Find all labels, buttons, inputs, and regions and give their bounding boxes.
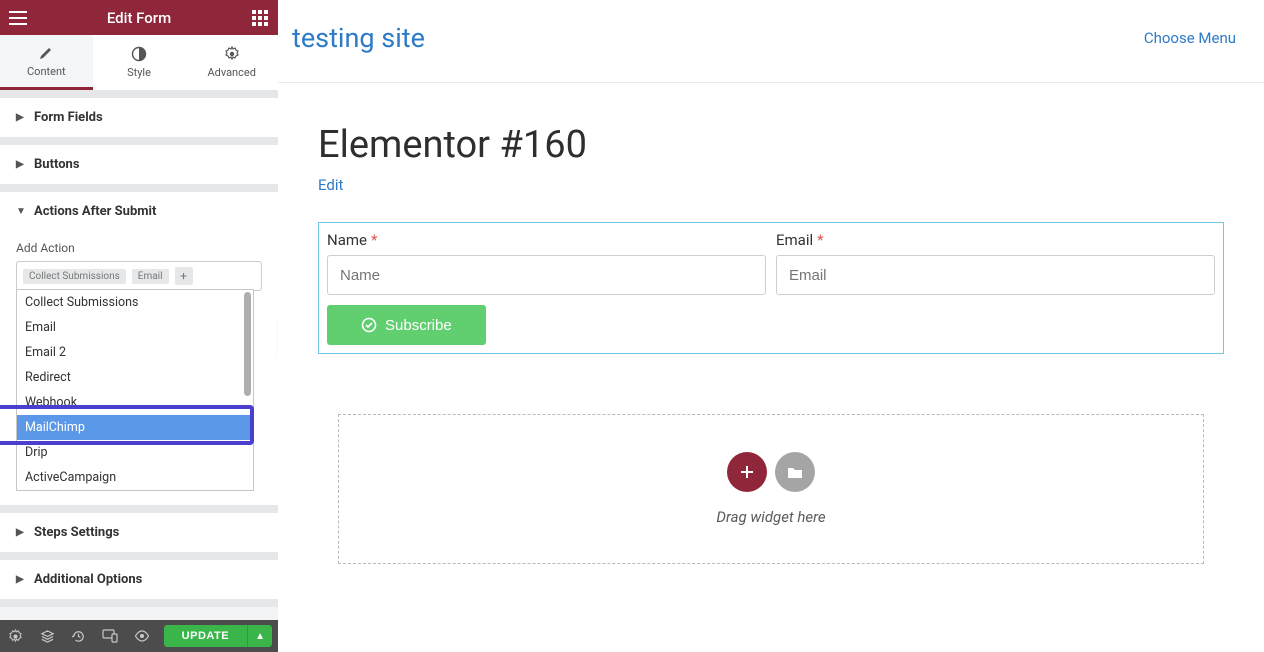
gear-icon	[224, 46, 240, 62]
chip-collect-submissions[interactable]: Collect Submissions	[23, 269, 126, 284]
site-title-link[interactable]: testing site	[292, 22, 425, 54]
pencil-icon	[38, 45, 54, 61]
chip-email[interactable]: Email	[132, 269, 169, 284]
choose-menu-link[interactable]: Choose Menu	[1144, 29, 1236, 47]
page-body: Elementor #160 Edit Name* Email* Subscri…	[278, 83, 1264, 564]
dd-webhook[interactable]: Webhook	[17, 390, 253, 415]
check-circle-icon	[361, 317, 377, 333]
contrast-icon	[131, 46, 147, 62]
bottom-bar: UPDATE ▲	[0, 620, 278, 652]
caret-right-icon: ▶	[16, 112, 26, 123]
dd-activecampaign[interactable]: ActiveCampaign	[17, 465, 253, 490]
add-section-button[interactable]	[727, 452, 767, 492]
subscribe-label: Subscribe	[385, 317, 452, 334]
caret-right-icon: ▶	[16, 527, 26, 538]
add-chip-button[interactable]: +	[175, 267, 193, 285]
page-title: Elementor #160	[318, 123, 1224, 167]
subscribe-button[interactable]: Subscribe	[327, 305, 486, 345]
site-topbar: testing site Choose Menu	[278, 0, 1264, 83]
section-additional-options[interactable]: ▶ Additional Options	[0, 560, 278, 599]
dd-mailchimp[interactable]: MailChimp	[17, 415, 253, 440]
menu-icon[interactable]	[8, 8, 28, 28]
settings-icon[interactable]	[6, 626, 26, 646]
section-steps-label: Steps Settings	[34, 525, 119, 540]
email-label: Email*	[776, 231, 1215, 249]
form-col-name: Name*	[327, 231, 766, 295]
add-action-input[interactable]: Collect Submissions Email +	[16, 261, 262, 291]
dropdown-scroll-thumb[interactable]	[244, 292, 251, 396]
preview-pane: testing site Choose Menu Elementor #160 …	[278, 0, 1264, 652]
dd-email[interactable]: Email	[17, 315, 253, 340]
dd-collect-submissions[interactable]: Collect Submissions	[17, 290, 253, 315]
section-form-fields-label: Form Fields	[34, 110, 103, 125]
caret-right-icon: ▶	[16, 574, 26, 585]
apps-grid-icon[interactable]	[250, 8, 270, 28]
update-options-button[interactable]: ▲	[247, 625, 272, 647]
tab-style[interactable]: Style	[93, 35, 186, 90]
action-dropdown: Collect Submissions Email Email 2 Redire…	[16, 289, 254, 491]
section-form-fields[interactable]: ▶ Form Fields	[0, 98, 278, 137]
tab-content-label: Content	[27, 65, 66, 78]
drop-widget-area[interactable]: Drag widget here	[338, 414, 1204, 564]
name-input[interactable]	[327, 255, 766, 295]
history-icon[interactable]	[69, 626, 89, 646]
dd-email-2[interactable]: Email 2	[17, 340, 253, 365]
form-widget[interactable]: Name* Email* Subscribe	[318, 222, 1224, 354]
dd-redirect[interactable]: Redirect	[17, 365, 253, 390]
section-actions-after-submit[interactable]: ▼ Actions After Submit	[0, 192, 278, 231]
panel-tabs: Content Style Advanced	[0, 35, 278, 90]
section-buttons[interactable]: ▶ Buttons	[0, 145, 278, 184]
tab-content[interactable]: Content	[0, 35, 93, 90]
editor-panel: Edit Form Content Style Adv	[0, 0, 278, 652]
update-button[interactable]: UPDATE	[164, 625, 247, 647]
tab-style-label: Style	[127, 66, 151, 79]
drop-text: Drag widget here	[716, 508, 825, 526]
section-buttons-label: Buttons	[34, 157, 80, 172]
section-additional-label: Additional Options	[34, 572, 142, 587]
drop-actions	[727, 452, 815, 492]
required-asterisk: *	[371, 231, 377, 249]
name-label: Name*	[327, 231, 766, 249]
section-actions-body: Add Action Collect Submissions Email + C…	[0, 231, 278, 505]
add-action-label: Add Action	[16, 241, 262, 255]
sections: ▶ Form Fields ▶ Buttons ▼ Actions After …	[0, 90, 278, 620]
tab-advanced-label: Advanced	[207, 66, 255, 79]
caret-right-icon: ▶	[16, 159, 26, 170]
email-input[interactable]	[776, 255, 1215, 295]
layers-icon[interactable]	[38, 626, 58, 646]
panel-title: Edit Form	[28, 9, 250, 27]
responsive-icon[interactable]	[101, 626, 121, 646]
template-library-button[interactable]	[775, 452, 815, 492]
section-steps-settings[interactable]: ▶ Steps Settings	[0, 513, 278, 552]
edit-link[interactable]: Edit	[318, 176, 343, 194]
preview-icon[interactable]	[132, 626, 152, 646]
required-asterisk: *	[817, 231, 823, 249]
panel-header: Edit Form	[0, 0, 278, 35]
tag-text-input[interactable]	[199, 269, 209, 283]
section-actions-label: Actions After Submit	[34, 204, 156, 219]
form-col-email: Email*	[776, 231, 1215, 295]
dd-drip[interactable]: Drip	[17, 440, 253, 465]
tab-advanced[interactable]: Advanced	[185, 35, 278, 90]
caret-down-icon: ▼	[16, 206, 26, 217]
